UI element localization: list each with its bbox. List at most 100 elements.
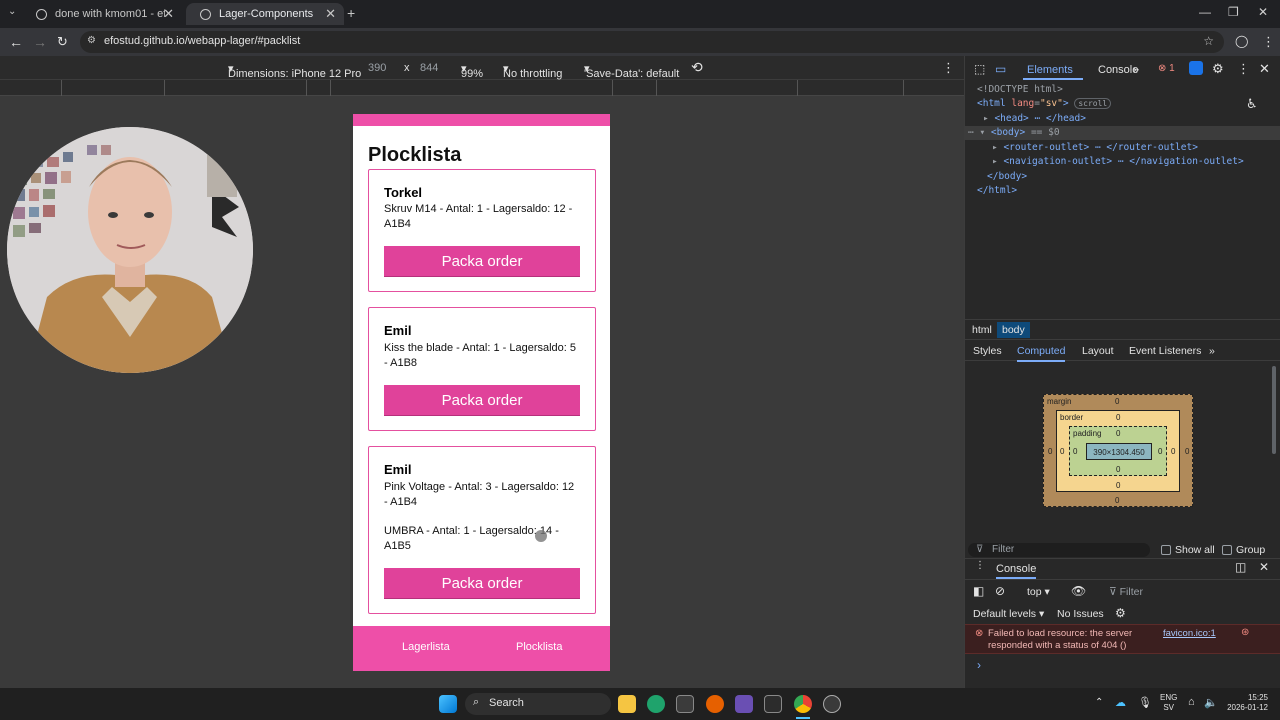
app-icon[interactable] <box>735 695 753 713</box>
device-dimensions-select[interactable]: Dimensions: iPhone 12 Pro ▾ <box>228 62 361 80</box>
dom-html-node[interactable]: <html lang="sv"> scroll <box>977 98 1112 109</box>
onedrive-icon[interactable]: ☁ <box>1115 696 1126 709</box>
dom-body-node[interactable]: ⋯ ▾ <body> == $0 <box>968 127 1060 138</box>
pack-order-button[interactable]: Packa order <box>384 385 580 416</box>
tab-computed[interactable]: Computed <box>1017 345 1066 362</box>
profile-icon[interactable]: ◯ <box>1235 34 1248 48</box>
microphone-icon[interactable]: 🎙 <box>1138 696 1152 709</box>
throttling-select[interactable]: No throttling ▾ <box>503 62 562 80</box>
drawer-menu-icon[interactable]: ⋮ <box>975 560 985 571</box>
box-model-margin[interactable]: margin 0 0 0 0 border 0 0 0 0 padding 0 … <box>1043 394 1193 507</box>
pack-order-button[interactable]: Packa order <box>384 246 580 277</box>
device-width-input[interactable]: 390 <box>368 62 386 74</box>
dock-icon[interactable]: ◫ <box>1235 560 1246 574</box>
restore-button[interactable]: ❐ <box>1228 5 1239 19</box>
obs-icon[interactable] <box>823 695 841 713</box>
group-checkbox[interactable] <box>1222 545 1232 555</box>
tab-event-listeners[interactable]: Event Listeners <box>1129 345 1201 357</box>
console-settings-icon[interactable]: ⚙ <box>1115 606 1126 620</box>
dom-navigation-outlet-node[interactable]: ▸ <navigation-outlet> ⋯ </navigation-out… <box>992 156 1244 167</box>
zoom-select[interactable]: 99% ▾ <box>461 62 483 80</box>
close-drawer-icon[interactable]: ✕ <box>1259 560 1269 574</box>
ai-explain-icon[interactable]: ⊛ <box>1241 627 1249 638</box>
network-icon[interactable]: ⌂ <box>1188 696 1195 708</box>
inspect-element-icon[interactable]: ⬚ <box>974 62 985 76</box>
log-levels-select[interactable]: Default levels ▾ <box>973 608 1044 620</box>
issues-count[interactable]: No Issues <box>1057 608 1104 620</box>
computed-filter-input[interactable]: ⊽ Filter <box>968 543 1150 557</box>
reload-icon[interactable]: ↻ <box>57 34 68 50</box>
console-error-message[interactable]: ⊗ Failed to load resource: the server re… <box>965 624 1280 654</box>
back-icon[interactable]: ← <box>9 34 23 50</box>
forward-icon[interactable]: → <box>33 34 47 50</box>
tab-kmom01[interactable]: done with kmom01 - efostud/w ✕ <box>22 3 182 25</box>
order-line: Pink Voltage - Antal: 3 - Lagersaldo: 12… <box>384 481 575 508</box>
save-data-select[interactable]: 'Save-Data': default ▾ <box>584 62 679 80</box>
box-model-padding[interactable]: padding 0 0 0 0 390×1304.450 <box>1069 426 1167 476</box>
dom-router-outlet-node[interactable]: ▸ <router-outlet> ⋯ </router-outlet> <box>992 142 1198 153</box>
box-model-border[interactable]: border 0 0 0 0 padding 0 0 0 0 390×1304.… <box>1056 410 1180 492</box>
close-window-button[interactable]: ✕ <box>1258 5 1268 19</box>
box-model-content[interactable]: 390×1304.450 <box>1086 443 1152 460</box>
nav-lagerlista-link[interactable]: Lagerlista <box>402 641 450 653</box>
dom-html-close[interactable]: </html> <box>977 185 1017 196</box>
firefox-icon[interactable] <box>706 695 724 713</box>
language-indicator[interactable]: ENG SV <box>1160 693 1177 713</box>
tab-lager-components[interactable]: Lager-Components ✕ <box>186 3 344 25</box>
chrome-icon[interactable] <box>794 695 812 713</box>
browser-menu-icon[interactable]: ⋮ <box>1262 34 1275 50</box>
volume-icon[interactable]: 🔈 <box>1204 696 1218 709</box>
eye-icon[interactable]: 👁 <box>1071 584 1086 598</box>
dom-doctype[interactable]: <!DOCTYPE html> <box>977 84 1063 95</box>
nav-plocklista-link[interactable]: Plocklista <box>516 641 562 653</box>
scroll-badge[interactable]: scroll <box>1074 98 1112 109</box>
tab-search-chevron-icon[interactable]: ⌄ <box>8 6 16 17</box>
file-explorer-icon[interactable] <box>618 695 636 713</box>
store-icon[interactable] <box>676 695 694 713</box>
styles-scrollbar[interactable] <box>1272 366 1276 454</box>
more-tabs[interactable]: » <box>1133 64 1139 76</box>
terminal-icon[interactable] <box>764 695 782 713</box>
rotate-icon[interactable]: ⟲ <box>691 59 703 76</box>
new-tab-button[interactable]: + <box>347 5 355 21</box>
close-tab-icon[interactable]: ✕ <box>325 6 336 22</box>
error-source-link[interactable]: favicon.ico:1 <box>1163 628 1216 639</box>
sidebar-toggle-icon[interactable]: ◧ <box>973 584 984 598</box>
tab-styles[interactable]: Styles <box>973 345 1002 357</box>
console-prompt[interactable]: › <box>977 658 981 672</box>
breadcrumb-body[interactable]: body <box>997 322 1030 338</box>
close-devtools-icon[interactable]: ✕ <box>1259 61 1270 77</box>
taskbar-search[interactable]: ⌕ Search <box>465 693 611 715</box>
more-style-tabs[interactable]: » <box>1209 345 1215 357</box>
tray-chevron-icon[interactable]: ⌃ <box>1095 697 1103 708</box>
edge-icon[interactable] <box>647 695 665 713</box>
device-toggle-icon[interactable]: ▭ <box>995 62 1006 76</box>
device-height-input[interactable]: 844 <box>420 62 438 74</box>
pack-order-button[interactable]: Packa order <box>384 568 580 599</box>
dom-head-node[interactable]: ▸ <head> ⋯ </head> <box>983 113 1086 124</box>
media-query-ruler[interactable] <box>0 80 964 96</box>
dom-body-close[interactable]: </body> <box>987 171 1027 182</box>
show-all-checkbox[interactable] <box>1161 545 1171 555</box>
site-info-icon[interactable]: ⚙ <box>87 35 96 46</box>
breadcrumb-html[interactable]: html <box>967 322 997 338</box>
minimize-button[interactable]: — <box>1199 5 1211 19</box>
windows-start-icon[interactable] <box>439 695 457 713</box>
tab-elements[interactable]: Elements <box>1027 64 1073 76</box>
error-badge[interactable]: ⊗ 1 <box>1158 63 1175 74</box>
context-select[interactable]: top ▾ <box>1027 586 1050 598</box>
close-tab-icon[interactable]: ✕ <box>163 6 174 22</box>
device-menu-icon[interactable]: ⋮ <box>942 60 955 76</box>
address-bar[interactable]: ⚙ efostud.github.io/webapp-lager/#packli… <box>80 31 1224 53</box>
accessibility-icon[interactable]: ♿ <box>1246 96 1258 112</box>
clear-console-icon[interactable]: ⊘ <box>995 584 1005 598</box>
clock[interactable]: 15:25 2026-01-12 <box>1226 693 1268 713</box>
console-filter-input[interactable]: ⊽ Filter <box>1109 586 1143 598</box>
drawer-tab-console[interactable]: Console <box>996 563 1037 579</box>
settings-gear-icon[interactable]: ⚙ <box>1212 61 1224 77</box>
context-value: top <box>1027 586 1042 598</box>
devtools-menu-icon[interactable]: ⋮ <box>1237 61 1250 77</box>
sync-icon[interactable] <box>1189 61 1203 75</box>
bookmark-star-icon[interactable]: ☆ <box>1203 34 1214 48</box>
tab-layout[interactable]: Layout <box>1082 345 1114 357</box>
